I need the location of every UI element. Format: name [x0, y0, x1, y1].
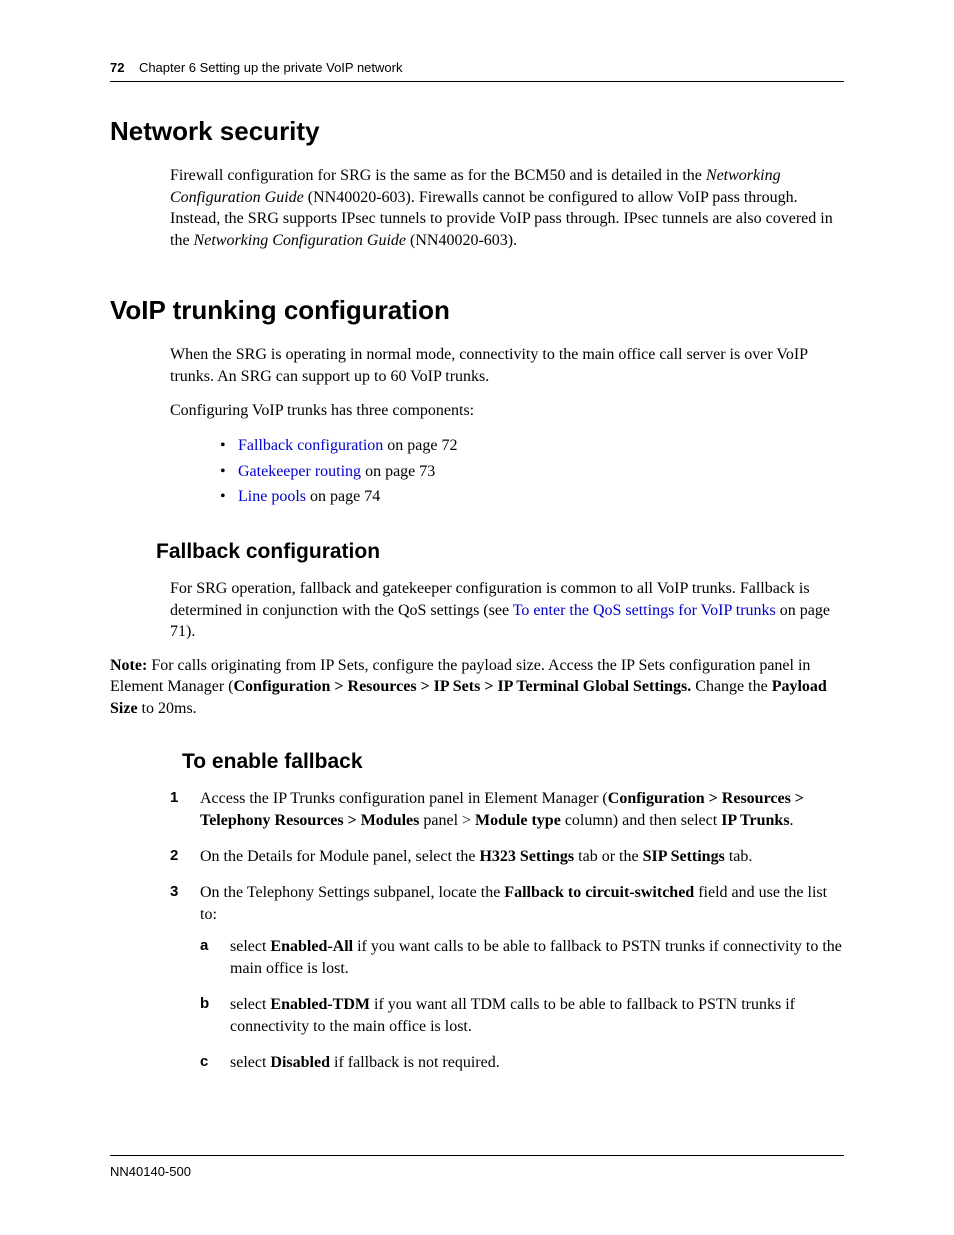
heading-fallback-configuration: Fallback configuration [156, 540, 844, 564]
list-item: Gatekeeper routing on page 73 [220, 459, 844, 485]
step-2: 2 On the Details for Module panel, selec… [170, 846, 844, 868]
numbered-steps: 1 Access the IP Trunks configuration pan… [170, 788, 844, 1075]
paragraph: When the SRG is operating in normal mode… [170, 344, 844, 387]
link-qos-settings[interactable]: To enter the QoS settings for VoIP trunk… [513, 602, 776, 619]
substep-letter: b [200, 994, 209, 1015]
substep-letter: c [200, 1052, 208, 1073]
paragraph: For SRG operation, fallback and gatekeep… [170, 578, 844, 643]
step-number: 2 [170, 846, 178, 867]
step-number: 3 [170, 882, 178, 903]
substep-b: b select Enabled-TDM if you want all TDM… [200, 994, 844, 1038]
step-3: 3 On the Telephony Settings subpanel, lo… [170, 882, 844, 1075]
list-item: Line pools on page 74 [220, 484, 844, 510]
page: 72 Chapter 6 Setting up the private VoIP… [0, 0, 954, 1235]
list-item: Fallback configuration on page 72 [220, 433, 844, 459]
substep-a: a select Enabled-All if you want calls t… [200, 936, 844, 980]
note: Note: For calls originating from IP Sets… [110, 655, 844, 720]
heading-voip-trunking: VoIP trunking configuration [110, 295, 844, 326]
link-fallback-configuration[interactable]: Fallback configuration [238, 437, 383, 454]
step-number: 1 [170, 788, 178, 809]
sub-steps: a select Enabled-All if you want calls t… [200, 936, 844, 1074]
heading-to-enable-fallback: To enable fallback [182, 750, 844, 774]
footer: NN40140-500 [110, 1155, 844, 1179]
running-header: 72 Chapter 6 Setting up the private VoIP… [110, 60, 844, 82]
chapter-title: Chapter 6 Setting up the private VoIP ne… [128, 60, 402, 75]
substep-c: c select Disabled if fallback is not req… [200, 1052, 844, 1074]
page-number: 72 [110, 60, 124, 75]
paragraph: Configuring VoIP trunks has three compon… [170, 400, 844, 422]
step-1: 1 Access the IP Trunks configuration pan… [170, 788, 844, 832]
link-line-pools[interactable]: Line pools [238, 488, 306, 505]
heading-network-security: Network security [110, 116, 844, 147]
bullet-list: Fallback configuration on page 72 Gateke… [220, 433, 844, 510]
doc-id: NN40140-500 [110, 1164, 191, 1179]
substep-letter: a [200, 936, 208, 957]
paragraph: Firewall configuration for SRG is the sa… [170, 165, 844, 251]
link-gatekeeper-routing[interactable]: Gatekeeper routing [238, 463, 361, 480]
